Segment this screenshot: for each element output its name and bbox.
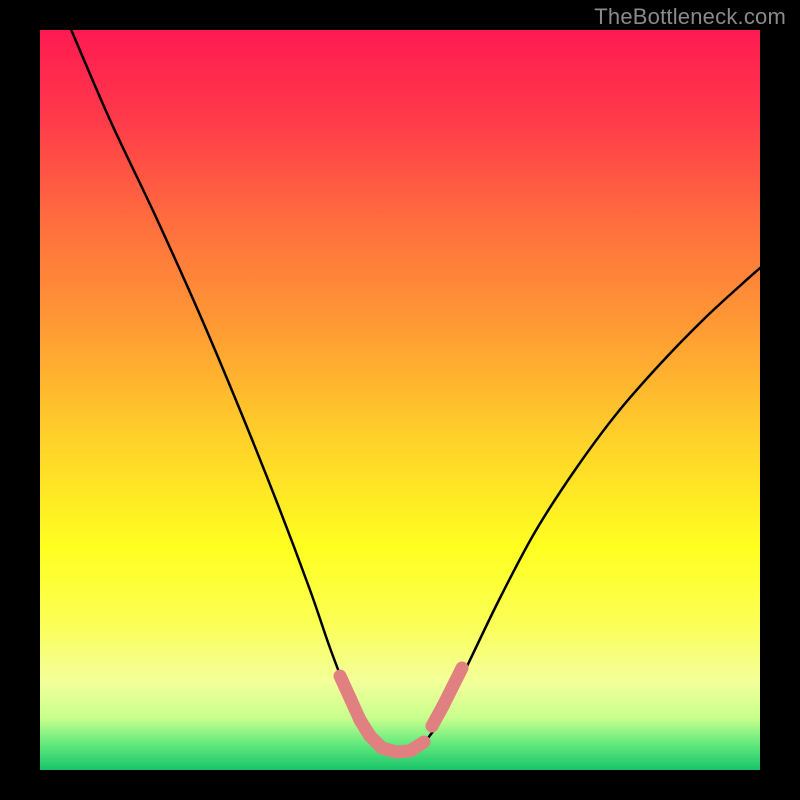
plot-area bbox=[40, 27, 760, 770]
watermark-text: TheBottleneck.com bbox=[594, 4, 786, 30]
pink-segment bbox=[410, 742, 424, 751]
chart-stage: TheBottleneck.com bbox=[0, 0, 800, 800]
gradient-background bbox=[40, 30, 760, 770]
pink-segment bbox=[452, 668, 462, 688]
chart-svg bbox=[0, 0, 800, 800]
